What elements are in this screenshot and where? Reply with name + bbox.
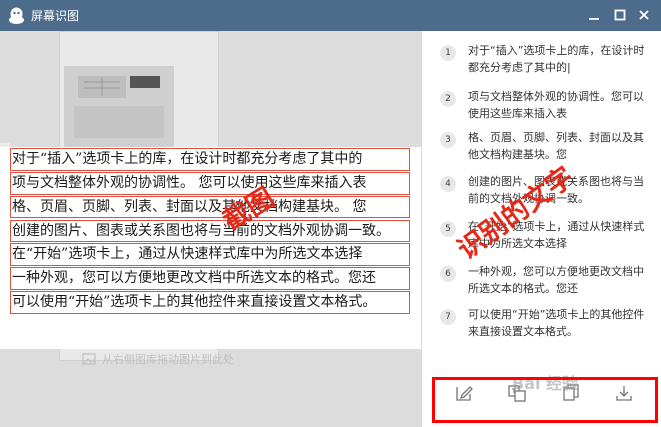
- ocr-line: 对于“插入”选项卡上的库，在设计时都充分考虑了其中的: [10, 148, 410, 171]
- item-text[interactable]: 一种外观，您可以方便地更改文档中所选文本的格式。您还: [468, 263, 646, 297]
- item-number: 4: [440, 176, 456, 192]
- item-number: 3: [440, 132, 456, 148]
- item-number: 6: [440, 266, 456, 282]
- maximize-icon[interactable]: [609, 4, 631, 26]
- drop-hint: 从右侧图库拖动图片到此处: [82, 351, 234, 367]
- ocr-line: 在“开始”选项卡上，通过从快速样式库中为所选文本选择: [10, 243, 410, 266]
- item-text[interactable]: 可以使用“开始”选项卡上的其他控件来直接设置文本格式。: [468, 306, 646, 340]
- item-number: 1: [440, 45, 456, 61]
- item-number: 2: [440, 91, 456, 107]
- captured-screenshot: 对于“插入”选项卡上的库，在设计时都充分考虑了其中的 项与文档整体外观的协调性。…: [0, 147, 421, 349]
- close-icon[interactable]: [633, 4, 655, 26]
- item-text[interactable]: 项与文档整体外观的协调性。您可以使用这些库来插入表: [468, 88, 646, 122]
- drop-hint-text: 从右侧图库拖动图片到此处: [102, 353, 234, 366]
- toolbar-highlight-box: [432, 377, 658, 423]
- minimize-icon[interactable]: [583, 4, 605, 26]
- app-logo-icon: [7, 6, 26, 25]
- image-icon: [82, 353, 96, 365]
- item-text[interactable]: 对于“插入”选项卡上的库，在设计时都充分考虑了其中的|: [468, 42, 646, 76]
- ocr-line: 可以使用“开始”选项卡上的其他控件来直接设置文本格式。: [10, 291, 410, 314]
- preview-pane: 对于“插入”选项卡上的库，在设计时都充分考虑了其中的 项与文档整体外观的协调性。…: [0, 31, 421, 427]
- ocr-line: 项与文档整体外观的协调性。 您可以使用这些库来插入表: [10, 172, 410, 195]
- ocr-line: 创建的图片、图表或关系图也将与当前的文档外观协调一致。: [10, 219, 410, 243]
- ocr-line: 一种外观，您可以方便地更改文档中所选文本的格式。您还: [10, 267, 410, 290]
- window-title: 屏幕识图: [31, 9, 80, 23]
- ocr-line: 格、页眉、页脚、列表、封面以及其他文档构建基块。 您: [10, 195, 410, 219]
- item-number: 7: [440, 309, 456, 325]
- title-bar: 屏幕识图: [0, 0, 661, 31]
- background-thumbnail: [64, 66, 174, 148]
